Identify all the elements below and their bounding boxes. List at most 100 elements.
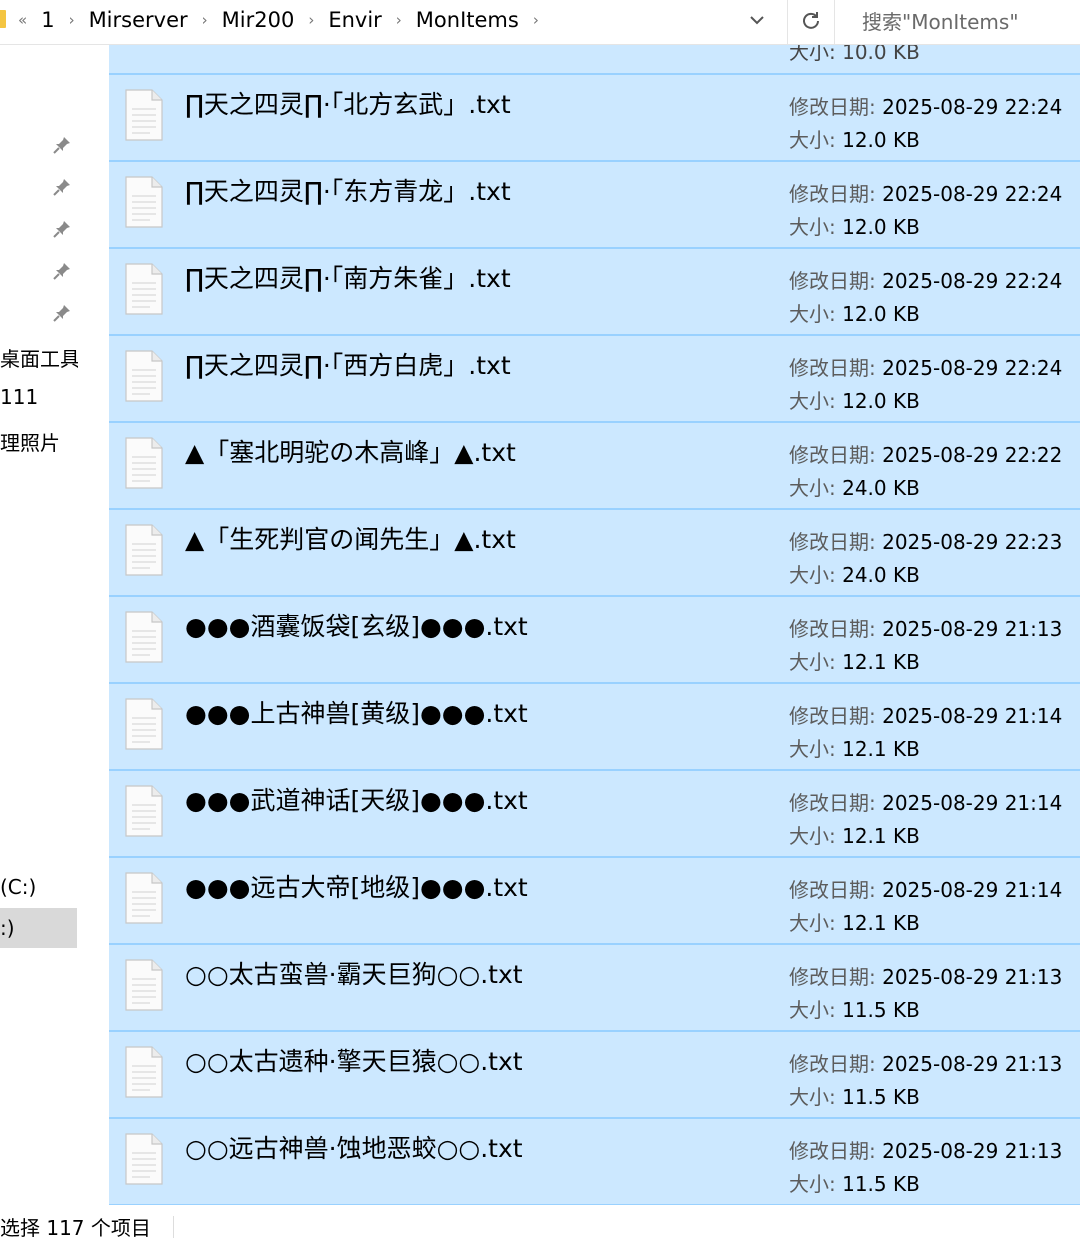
refresh-icon: [803, 12, 819, 29]
file-size-value: 12.1 KB: [842, 824, 920, 848]
file-size-value: 12.0 KB: [842, 302, 920, 326]
file-size: 大小: 24.0 KB: [789, 559, 920, 588]
nav-item-selected-drive[interactable]: :): [0, 908, 77, 948]
file-row[interactable]: ○○太古蛮兽·霸天巨狗○○.txt 修改日期: 2025-08-29 21:13 大…: [109, 945, 1080, 1032]
file-row[interactable]: ∏天之四灵∏·「北方玄武」.txt 修改日期: 2025-08-29 22:24 大…: [109, 75, 1080, 162]
file-row[interactable]: ∏天之四灵∏·「西方白虎」.txt 修改日期: 2025-08-29 22:24 大…: [109, 336, 1080, 423]
text-file-icon: [125, 611, 163, 663]
modified-date: 修改日期: 2025-08-29 21:13: [789, 1135, 1062, 1164]
text-file-icon: [125, 437, 163, 489]
status-divider: [173, 1216, 174, 1238]
file-size: 大小: 24.0 KB: [789, 472, 920, 501]
address-bar: « 1 › Mirserver › Mir200 › Envir › MonIt…: [0, 0, 1080, 45]
breadcrumb-separator-icon[interactable]: ›: [308, 11, 314, 29]
file-name: ∏天之四灵∏·「北方玄武」.txt: [185, 90, 511, 119]
breadcrumb-separator-icon[interactable]: ›: [69, 11, 75, 29]
file-size-label: 大小:: [789, 128, 836, 152]
refresh-button[interactable]: [788, 0, 834, 40]
file-size-value: 12.1 KB: [842, 650, 920, 674]
text-file-icon: [125, 785, 163, 837]
modified-date-value: 2025-08-29 21:14: [882, 704, 1063, 728]
nav-item-desktop-tools[interactable]: 桌面工具: [0, 343, 78, 372]
file-size-label: 大小:: [789, 998, 836, 1022]
text-file-icon: [125, 959, 163, 1011]
file-size-value: 12.1 KB: [842, 737, 920, 761]
breadcrumb-item-monitems[interactable]: MonItems: [416, 8, 519, 32]
modified-date: 修改日期: 2025-08-29 22:23: [789, 526, 1062, 555]
search-input[interactable]: 搜索"MonItems": [850, 0, 1080, 40]
file-row[interactable]: ●●●上古神兽[黄级]●●●.txt 修改日期: 2025-08-29 21:14…: [109, 684, 1080, 771]
file-row[interactable]: ●●●武道神话[天级]●●●.txt 修改日期: 2025-08-29 21:14…: [109, 771, 1080, 858]
modified-date-value: 2025-08-29 22:22: [882, 443, 1063, 467]
file-size: 大小: 12.1 KB: [789, 646, 920, 675]
file-size: 大小: 11.5 KB: [789, 1081, 920, 1110]
breadcrumb-item-1[interactable]: 1: [41, 8, 54, 32]
nav-item-drive-c[interactable]: (C:): [0, 875, 78, 899]
file-name: ●●●酒囊饭袋[玄级]●●●.txt: [185, 612, 528, 641]
file-size-label: 大小:: [789, 824, 836, 848]
address-history-button[interactable]: [742, 0, 772, 40]
breadcrumb-item-envir[interactable]: Envir: [328, 8, 381, 32]
text-file-icon: [125, 350, 163, 402]
pin-icon[interactable]: [52, 303, 72, 323]
file-size-label: 大小:: [789, 389, 836, 413]
pin-icon[interactable]: [52, 177, 72, 197]
file-row[interactable]: ○○太古遗种·擎天巨猿○○.txt 修改日期: 2025-08-29 21:13 大…: [109, 1032, 1080, 1119]
file-name: ∏天之四灵∏·「东方青龙」.txt: [185, 177, 511, 206]
file-size-value: 12.1 KB: [842, 911, 920, 935]
nav-item-111[interactable]: 111: [0, 385, 78, 409]
file-size-value: 12.0 KB: [842, 215, 920, 239]
file-size-label: 大小:: [789, 737, 836, 761]
modified-date-label: 修改日期:: [789, 704, 876, 728]
navigation-pane: 桌面工具 111 理照片 (C:) :): [0, 45, 78, 1205]
breadcrumb-item-mirserver[interactable]: Mirserver: [89, 8, 188, 32]
status-bar: 选择 117 个项目: [0, 1205, 1080, 1245]
modified-date: 修改日期: 2025-08-29 21:14: [789, 700, 1062, 729]
breadcrumb-separator-icon[interactable]: ›: [533, 11, 539, 29]
modified-date: 修改日期: 2025-08-29 22:24: [789, 178, 1062, 207]
file-name: ○○远古神兽·蚀地恶蛟○○.txt: [185, 1134, 523, 1163]
text-file-icon: [125, 872, 163, 924]
file-row[interactable]: ▲「生死判官の闻先生」▲.txt 修改日期: 2025-08-29 22:23 大小…: [109, 510, 1080, 597]
text-file-icon: [125, 524, 163, 576]
pin-icon[interactable]: [52, 219, 72, 239]
modified-date-label: 修改日期:: [789, 269, 876, 293]
modified-date-value: 2025-08-29 21:13: [882, 617, 1063, 641]
file-size-label: 大小:: [789, 911, 836, 935]
overflow-chevron-icon[interactable]: «: [18, 11, 27, 29]
text-file-icon: [125, 1133, 163, 1185]
file-size: 大小: 12.0 KB: [789, 385, 920, 414]
modified-date-label: 修改日期:: [789, 182, 876, 206]
file-size-value: 24.0 KB: [842, 563, 920, 587]
modified-date: 修改日期: 2025-08-29 22:24: [789, 352, 1062, 381]
file-row[interactable]: ●●●酒囊饭袋[玄级]●●●.txt 修改日期: 2025-08-29 21:13…: [109, 597, 1080, 684]
modified-date-label: 修改日期:: [789, 965, 876, 989]
modified-date-label: 修改日期:: [789, 356, 876, 380]
modified-date-label: 修改日期:: [789, 1052, 876, 1076]
modified-date-value: 2025-08-29 22:24: [882, 356, 1063, 380]
breadcrumb-separator-icon[interactable]: ›: [202, 11, 208, 29]
modified-date-label: 修改日期:: [789, 95, 876, 119]
file-size-label: 大小:: [789, 302, 836, 326]
file-size-value: 11.5 KB: [842, 998, 920, 1022]
breadcrumb-separator-icon[interactable]: ›: [396, 11, 402, 29]
file-row[interactable]: ▲「塞北明驼の木高峰」▲.txt 修改日期: 2025-08-29 22:22 大小…: [109, 423, 1080, 510]
chevron-down-icon: [750, 16, 764, 25]
breadcrumb-item-mir200[interactable]: Mir200: [222, 8, 295, 32]
file-row[interactable]: ○○远古神兽·蚀地恶蛟○○.txt 修改日期: 2025-08-29 21:13 大…: [109, 1119, 1080, 1205]
modified-date: 修改日期: 2025-08-29 22:22: [789, 439, 1062, 468]
file-row-partial[interactable]: 大小: 10.0 KB: [109, 45, 1080, 75]
pin-icon[interactable]: [52, 135, 72, 155]
file-row[interactable]: ●●●远古大帝[地级]●●●.txt 修改日期: 2025-08-29 21:14…: [109, 858, 1080, 945]
pin-icon[interactable]: [52, 261, 72, 281]
file-row[interactable]: ∏天之四灵∏·「东方青龙」.txt 修改日期: 2025-08-29 22:24 大…: [109, 162, 1080, 249]
modified-date-label: 修改日期:: [789, 617, 876, 641]
text-file-icon: [125, 89, 163, 141]
file-row[interactable]: ∏天之四灵∏·「南方朱雀」.txt 修改日期: 2025-08-29 22:24 大…: [109, 249, 1080, 336]
file-name: ▲「塞北明驼の木高峰」▲.txt: [185, 438, 516, 467]
file-size: 大小: 12.0 KB: [789, 298, 920, 327]
modified-date: 修改日期: 2025-08-29 21:14: [789, 874, 1062, 903]
modified-date-value: 2025-08-29 22:23: [882, 530, 1063, 554]
nav-item-photos[interactable]: 理照片: [0, 427, 78, 456]
file-name: ○○太古遗种·擎天巨猿○○.txt: [185, 1047, 523, 1076]
